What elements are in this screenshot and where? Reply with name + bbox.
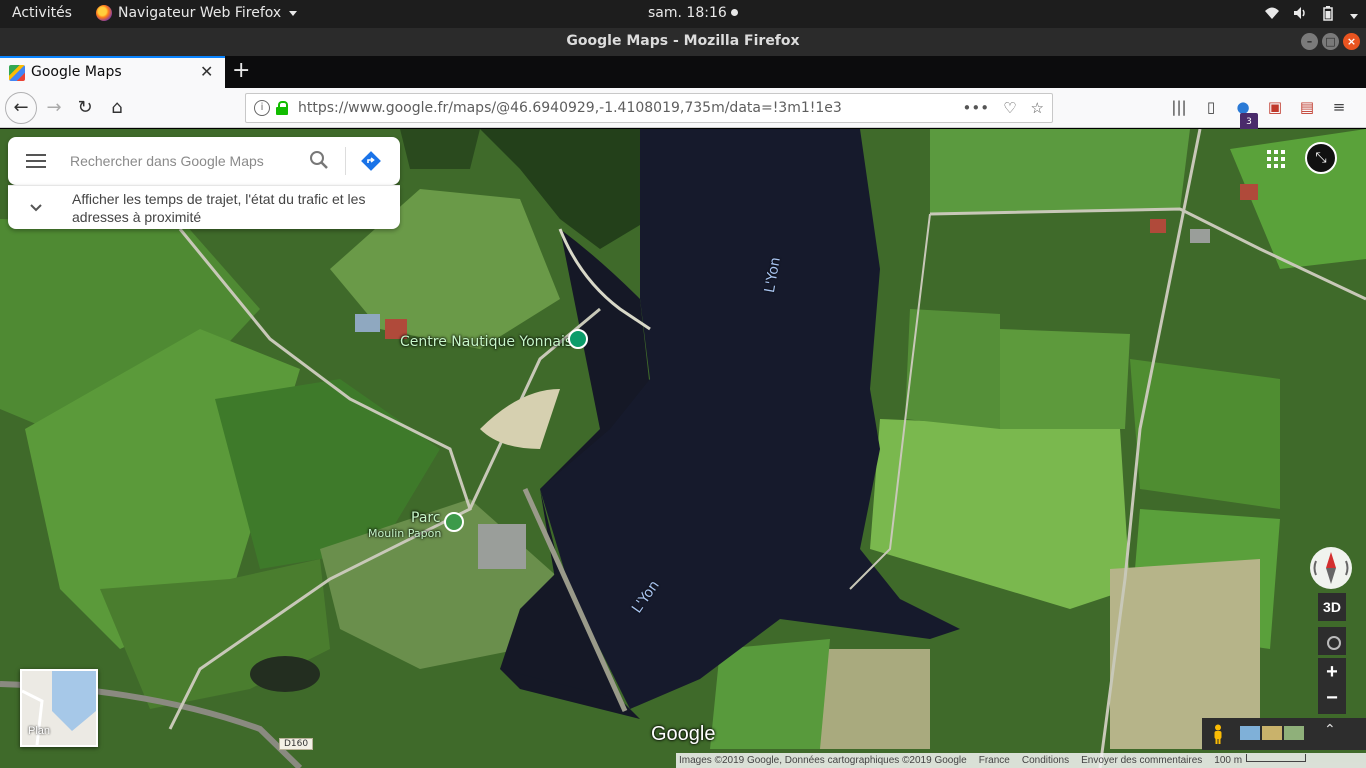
- road-label-d160: D160: [279, 738, 314, 750]
- app-menu[interactable]: Navigateur Web Firefox: [96, 5, 298, 21]
- search-box: [8, 137, 400, 185]
- url-text[interactable]: https://www.google.fr/maps/@46.6940929,-…: [298, 100, 842, 116]
- window-title: Google Maps - Mozilla Firefox: [566, 33, 800, 49]
- gnome-top-bar: Activités Navigateur Web Firefox sam. 18…: [0, 0, 1366, 28]
- pegman-icon[interactable]: [1212, 724, 1224, 744]
- pocket-icon[interactable]: ♡: [1003, 99, 1016, 117]
- zoom-in-button[interactable]: +: [1318, 658, 1346, 686]
- map-canvas[interactable]: Centre Nautique Yonnais Parc Moulin Papo…: [0, 129, 1366, 768]
- search-icon[interactable]: [308, 149, 330, 171]
- country-link[interactable]: France: [979, 753, 1010, 768]
- my-location-button[interactable]: [1318, 627, 1346, 655]
- reload-button[interactable]: ↻: [71, 94, 99, 122]
- page-actions-icon[interactable]: •••: [963, 99, 990, 117]
- window-title-bar: Google Maps - Mozilla Firefox – □ ×: [0, 28, 1366, 56]
- notification-dot-icon: [730, 9, 738, 16]
- scale-line: [1246, 754, 1307, 762]
- google-logo: Google: [651, 723, 716, 745]
- forward-button[interactable]: →: [40, 94, 68, 122]
- tab-label: Google Maps: [31, 64, 122, 80]
- extension-icon[interactable]: ●3: [1234, 98, 1258, 131]
- plan-label: Plan: [28, 725, 51, 737]
- map-type-toggle-plan[interactable]: Plan: [20, 669, 98, 747]
- menu-icon[interactable]: [26, 154, 46, 168]
- hamburger-menu-icon[interactable]: ≡: [1330, 98, 1348, 116]
- library-icon[interactable]: |||: [1170, 98, 1188, 116]
- firefox-icon: [96, 5, 112, 21]
- tab-strip: Google Maps ✕ +: [0, 56, 1366, 88]
- search-divider: [345, 147, 346, 175]
- battery-icon: [1320, 5, 1336, 21]
- feedback-link[interactable]: Envoyer des commentaires: [1081, 753, 1202, 768]
- lock-icon[interactable]: [276, 101, 288, 115]
- poi-label-moulin-papon[interactable]: Moulin Papon: [368, 527, 441, 540]
- wifi-icon: [1264, 5, 1280, 21]
- url-domain: https://www.google.fr: [298, 100, 449, 116]
- layer-thumb-terrain-icon[interactable]: [1284, 726, 1304, 740]
- new-tab-button[interactable]: +: [232, 58, 250, 83]
- directions-icon[interactable]: [360, 150, 382, 172]
- back-button[interactable]: ←: [5, 92, 37, 124]
- search-input[interactable]: [70, 149, 300, 173]
- system-tray[interactable]: [1264, 5, 1358, 21]
- conditions-link[interactable]: Conditions: [1022, 753, 1069, 768]
- chevron-down-icon: [30, 204, 42, 212]
- site-info-icon[interactable]: i: [254, 100, 270, 116]
- bookmark-star-icon[interactable]: ☆: [1031, 99, 1044, 117]
- google-maps-favicon-icon: [9, 65, 25, 81]
- imagery-attribution: Images ©2019 Google, Données cartographi…: [679, 755, 967, 766]
- minimize-button[interactable]: –: [1301, 33, 1318, 50]
- layer-thumb-traffic-icon[interactable]: [1262, 726, 1282, 740]
- boat-marker-icon[interactable]: [568, 329, 588, 349]
- url-bar[interactable]: i https://www.google.fr/maps/@46.6940929…: [245, 93, 1053, 123]
- clock-label: sam. 18:16: [648, 5, 727, 21]
- poi-label-centre-nautique[interactable]: Centre Nautique Yonnais: [400, 334, 572, 350]
- layer-thumb-transit-icon[interactable]: [1240, 726, 1260, 740]
- poi-label-parc[interactable]: Parc: [411, 510, 441, 526]
- url-path: /maps/@46.6940929,-1.4108019,735m/data=!…: [448, 100, 842, 116]
- toggle-3d-button[interactable]: 3D: [1318, 593, 1346, 621]
- maximize-button[interactable]: □: [1322, 33, 1339, 50]
- nearby-info-card[interactable]: Afficher les temps de trajet, l'état du …: [8, 185, 400, 229]
- clock[interactable]: sam. 18:16: [648, 5, 738, 21]
- screenshot-extension-icon[interactable]: ▣: [1266, 98, 1284, 116]
- tree-marker-icon[interactable]: [444, 512, 464, 532]
- zoom-out-button[interactable]: −: [1318, 686, 1346, 714]
- system-menu-caret-icon: [1350, 13, 1358, 19]
- expand-up-icon[interactable]: ⌃: [1324, 722, 1336, 738]
- nearby-info-text: Afficher les temps de trajet, l'état du …: [72, 191, 366, 225]
- home-button[interactable]: ⌂: [103, 94, 131, 122]
- close-tab-icon[interactable]: ✕: [200, 62, 213, 81]
- attribution-bar: Images ©2019 Google, Données cartographi…: [676, 753, 1366, 768]
- close-window-button[interactable]: ×: [1343, 33, 1360, 50]
- layers-strip: ⌃: [1202, 718, 1366, 750]
- scale-bar[interactable]: 100 m: [1214, 753, 1307, 768]
- chevron-down-icon: [289, 10, 298, 16]
- navigation-toolbar: ← → ↻ ⌂ i https://www.google.fr/maps/@46…: [0, 88, 1366, 131]
- app-menu-label: Navigateur Web Firefox: [118, 5, 282, 21]
- scale-label: 100 m: [1214, 755, 1243, 766]
- volume-icon: [1292, 5, 1308, 21]
- sidebar-icon[interactable]: ▯: [1202, 98, 1220, 116]
- compass-icon[interactable]: [1310, 547, 1352, 589]
- apps-grid-icon[interactable]: [1266, 149, 1286, 169]
- activities-button[interactable]: Activités: [12, 5, 72, 21]
- container-extension-icon[interactable]: ▤: [1298, 98, 1316, 116]
- tab-google-maps[interactable]: Google Maps ✕: [0, 56, 225, 88]
- fullscreen-exit-icon[interactable]: ⤡: [1305, 142, 1337, 174]
